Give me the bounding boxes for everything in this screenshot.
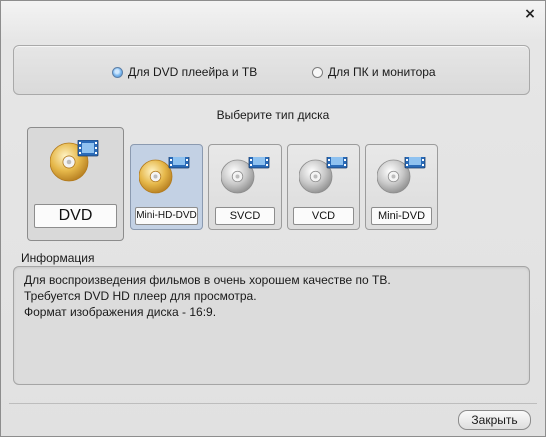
info-line: Требуется DVD HD плеер для просмотра. [24, 289, 257, 303]
disc-film-icon [220, 151, 276, 194]
disc-type-vcd[interactable]: VCD [287, 144, 360, 230]
disc-type-label: Mini-HD-DVD [135, 207, 198, 225]
info-heading: Информация [21, 251, 95, 265]
title-bar: × [1, 1, 545, 27]
disc-type-mini-hd-dvd[interactable]: Mini-HD-DVD [130, 144, 203, 230]
disc-film-icon [376, 151, 432, 194]
disc-type-dvd[interactable]: DVD [27, 127, 124, 241]
output-mode-group: Для DVD плеейра и ТВ Для ПК и монитора [13, 45, 530, 95]
bottom-separator [9, 403, 537, 404]
disc-type-label: Mini-DVD [371, 207, 432, 225]
radio-pc-monitor[interactable]: Для ПК и монитора [312, 65, 436, 79]
disc-type-label: VCD [293, 207, 354, 225]
disc-type-prompt: Выберите тип диска [216, 108, 330, 122]
disc-type-label: DVD [34, 204, 117, 228]
info-panel: Для воспроизведения фильмов в очень хоро… [13, 266, 530, 385]
disc-film-icon [49, 139, 110, 182]
close-button[interactable]: Закрыть [458, 410, 531, 430]
radio-dvd-player-tv[interactable]: Для DVD плеейра и ТВ [112, 65, 257, 79]
close-icon[interactable]: × [523, 7, 537, 21]
info-line: Для воспроизведения фильмов в очень хоро… [24, 273, 391, 287]
info-line: Формат изображения диска - 16:9. [24, 305, 217, 319]
disc-type-mini-dvd[interactable]: Mini-DVD [365, 144, 438, 230]
disc-type-label: SVCD [215, 207, 275, 225]
radio-dot-icon [312, 66, 323, 78]
radio-label: Для DVD плеейра и ТВ [128, 65, 258, 79]
disc-type-svcd[interactable]: SVCD [208, 144, 282, 230]
disc-film-icon [138, 151, 194, 194]
disc-film-icon [298, 151, 354, 194]
radio-dot-icon [112, 66, 123, 78]
radio-label: Для ПК и монитора [328, 65, 436, 79]
dialog-window: × Для DVD плеейра и ТВ Для ПК и монитора… [0, 0, 546, 437]
